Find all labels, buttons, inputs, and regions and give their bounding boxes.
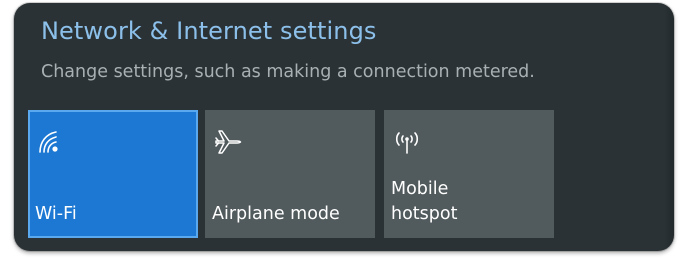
panel-edge-shade — [664, 3, 674, 251]
mobile-hotspot-label-line1: Mobile — [391, 179, 449, 199]
network-settings-link[interactable]: Network & Internet settings — [41, 17, 377, 45]
wifi-tile[interactable]: Wi-Fi — [28, 110, 198, 238]
network-flyout-panel: Network & Internet settings Change setti… — [14, 3, 674, 251]
wifi-tile-label: Wi-Fi — [35, 204, 77, 224]
stage: Network & Internet settings Change setti… — [0, 0, 686, 261]
airplane-icon — [213, 126, 247, 156]
wifi-icon — [36, 126, 70, 156]
mobile-hotspot-icon — [392, 126, 426, 156]
mobile-hotspot-tile-label: Mobile hotspot — [391, 177, 521, 227]
mobile-hotspot-tile[interactable]: Mobile hotspot — [384, 110, 554, 238]
airplane-mode-tile[interactable]: Airplane mode — [205, 110, 375, 238]
mobile-hotspot-label-line2: hotspot — [391, 204, 458, 224]
airplane-mode-tile-label: Airplane mode — [212, 204, 340, 224]
network-settings-description: Change settings, such as making a connec… — [41, 62, 535, 82]
